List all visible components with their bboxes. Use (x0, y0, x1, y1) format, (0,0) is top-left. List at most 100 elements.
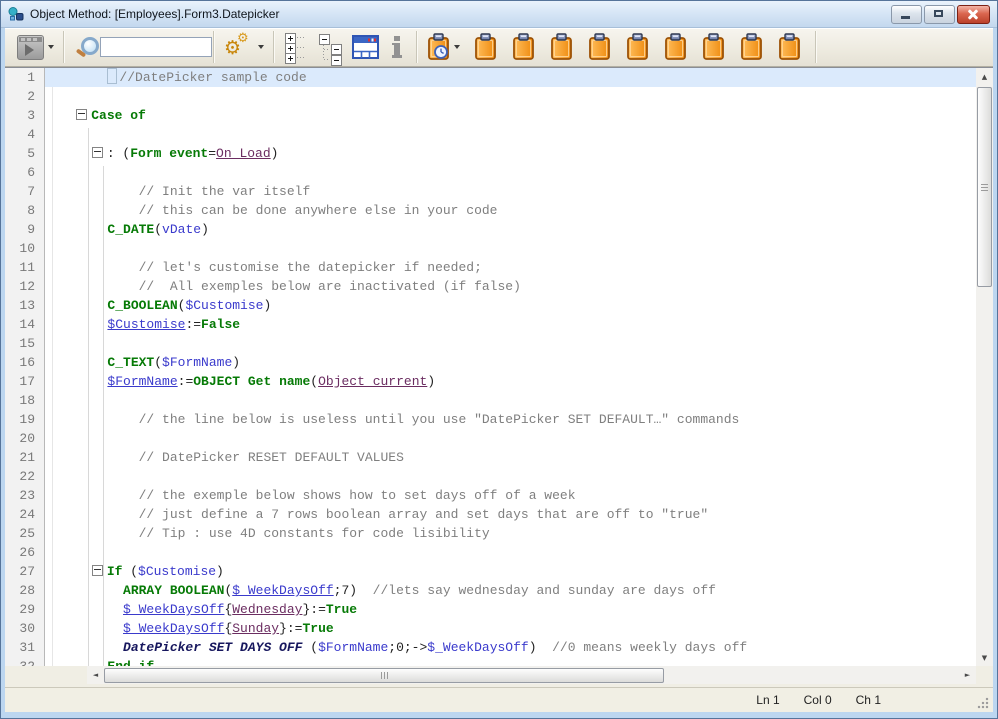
code-token: $FormName (162, 355, 232, 370)
fold-toggle-icon[interactable] (76, 109, 87, 120)
line-number: 6 (5, 163, 45, 182)
clipboard-macro-button[interactable] (774, 30, 805, 64)
code-line[interactable]: 6 (5, 163, 976, 182)
window-controls (891, 5, 990, 24)
code-token: //lets say wednesday and sunday are days… (357, 583, 716, 598)
code-text (45, 239, 976, 258)
code-token: // this can be done anywhere else in you… (139, 203, 498, 218)
code-token: := (185, 317, 201, 332)
clipboard-macro-button[interactable] (736, 30, 767, 64)
line-number: 8 (5, 201, 45, 220)
macros-button[interactable] (423, 30, 464, 64)
code-line[interactable]: 10 (5, 239, 976, 258)
line-number: 24 (5, 505, 45, 524)
vertical-scrollbar[interactable]: ▲ ▼ (976, 68, 993, 666)
clipboard-macro-button[interactable] (546, 30, 577, 64)
line-number: 31 (5, 638, 45, 657)
scroll-down-icon[interactable]: ▼ (976, 649, 993, 666)
code-token: $FormName (318, 640, 388, 655)
code-line[interactable]: 1 //DatePicker sample code (5, 68, 976, 87)
method-properties-button[interactable]: ⚙ ⚙ (220, 30, 268, 64)
code-line[interactable]: 24 // just define a 7 rows boolean array… (5, 505, 976, 524)
vertical-scroll-thumb[interactable] (977, 87, 992, 287)
code-token: On Load (216, 146, 271, 161)
code-token: // All exemples below are inactivated (i… (139, 279, 521, 294)
code-line[interactable]: 9 C_DATE(vDate) (5, 220, 976, 239)
code-text (45, 125, 976, 144)
code-line[interactable]: 29 $_WeekDaysOff{Wednesday}:=True (5, 600, 976, 619)
code-text: // the line below is useless until you u… (45, 410, 976, 429)
code-token: // just define a 7 rows boolean array an… (139, 507, 709, 522)
collapse-all-icon (318, 32, 344, 62)
collapse-all-button[interactable] (314, 30, 348, 64)
clipboard-macro-button[interactable] (622, 30, 653, 64)
code-text (45, 391, 976, 410)
scroll-up-icon[interactable]: ▲ (976, 68, 993, 85)
code-line[interactable]: 16 C_TEXT($FormName) (5, 353, 976, 372)
scroll-left-icon[interactable]: ◄ (87, 667, 104, 684)
clipboard-macro-button[interactable] (698, 30, 729, 64)
code-line[interactable]: 26 (5, 543, 976, 562)
clipboard-macro-button[interactable] (508, 30, 539, 64)
title-bar[interactable]: Object Method: [Employees].Form3.Datepic… (1, 1, 997, 28)
line-number: 21 (5, 448, 45, 467)
code-token: ) (232, 355, 240, 370)
code-token: vDate (162, 222, 201, 237)
clipboard-macro-button[interactable] (584, 30, 615, 64)
code-line[interactable]: 12 // All exemples below are inactivated… (5, 277, 976, 296)
clipboard-macro-button[interactable] (660, 30, 691, 64)
code-line[interactable]: 18 (5, 391, 976, 410)
fold-toggle-icon[interactable] (92, 147, 103, 158)
macro-clipboard-icon (427, 33, 450, 61)
window: Object Method: [Employees].Form3.Datepic… (0, 0, 998, 719)
code-pane[interactable]: 1 //DatePicker sample code23 Case of45 :… (5, 68, 976, 666)
code-line[interactable]: 25 // Tip : use 4D constants for code li… (5, 524, 976, 543)
maximize-button[interactable] (924, 5, 955, 24)
method-info-button[interactable] (383, 30, 411, 64)
line-number: 22 (5, 467, 45, 486)
resize-grip[interactable] (977, 697, 989, 709)
code-line[interactable]: 21 // DatePicker RESET DEFAULT VALUES (5, 448, 976, 467)
scroll-right-icon[interactable]: ► (959, 667, 976, 684)
code-token: // the line below is useless until you u… (139, 412, 740, 427)
code-line[interactable]: 23 // the exemple below shows how to set… (5, 486, 976, 505)
code-token: True (302, 621, 333, 636)
code-line[interactable]: 27 If ($Customise) (5, 562, 976, 581)
code-line[interactable]: 4 (5, 125, 976, 144)
code-line[interactable]: 22 (5, 467, 976, 486)
fold-toggle-icon[interactable] (92, 565, 103, 576)
line-number: 13 (5, 296, 45, 315)
code-line[interactable]: 2 (5, 87, 976, 106)
close-button[interactable] (957, 5, 990, 24)
code-line[interactable]: 13 C_BOOLEAN($Customise) (5, 296, 976, 315)
code-line[interactable]: 31 DatePicker SET DAYS OFF ($FormName;0;… (5, 638, 976, 657)
line-number: 1 (5, 68, 45, 87)
run-method-button[interactable] (13, 30, 58, 64)
code-line[interactable]: 32 End if (5, 657, 976, 666)
code-line[interactable]: 8 // this can be done anywhere else in y… (5, 201, 976, 220)
code-line[interactable]: 30 $_WeekDaysOff{Sunday}:=True (5, 619, 976, 638)
code-line[interactable]: 19 // the line below is useless until yo… (5, 410, 976, 429)
clipboard-icon (778, 33, 801, 61)
code-token: // DatePicker RESET DEFAULT VALUES (139, 450, 404, 465)
code-line[interactable]: 11 // let's customise the datepicker if … (5, 258, 976, 277)
horizontal-scrollbar[interactable]: ◄ ► (87, 666, 976, 684)
code-line[interactable]: 14 $Customise:=False (5, 315, 976, 334)
line-number: 16 (5, 353, 45, 372)
search-input[interactable] (100, 37, 212, 57)
chevron-down-icon (454, 45, 460, 49)
search-button[interactable] (70, 30, 208, 64)
code-line[interactable]: 20 (5, 429, 976, 448)
code-line[interactable]: 17 $FormName:=OBJECT Get name(Object cur… (5, 372, 976, 391)
code-line[interactable]: 5 : (Form event=On Load) (5, 144, 976, 163)
code-line[interactable]: 28 ARRAY BOOLEAN($_WeekDaysOff;7) //lets… (5, 581, 976, 600)
clipboard-macro-button[interactable] (470, 30, 501, 64)
minimize-button[interactable] (891, 5, 922, 24)
code-line[interactable]: 3 Case of (5, 106, 976, 125)
code-text: If ($Customise) (45, 562, 976, 581)
code-line[interactable]: 15 (5, 334, 976, 353)
show-form-button[interactable] (348, 30, 383, 64)
expand-all-button[interactable] (280, 30, 314, 64)
horizontal-scroll-thumb[interactable] (104, 668, 664, 683)
code-line[interactable]: 7 // Init the var itself (5, 182, 976, 201)
